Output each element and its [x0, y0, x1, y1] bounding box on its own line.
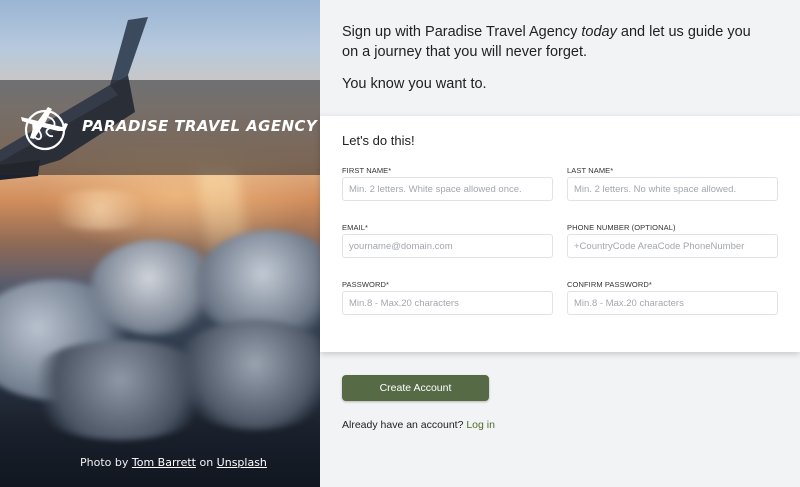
phone-label: PHONE NUMBER (OPTIONAL)	[567, 223, 676, 232]
intro-line1-em: today	[581, 24, 617, 40]
credit-site-link[interactable]: Unsplash	[217, 456, 267, 469]
credit-author-link[interactable]: Tom Barrett	[132, 456, 196, 469]
first-name-label: FIRST NAME*	[342, 166, 392, 175]
airplane-wing-image	[0, 17, 148, 180]
form-title: Let's do this!	[342, 133, 415, 148]
confirm-password-input[interactable]	[567, 291, 778, 315]
intro-line1-pre: Sign up with Paradise Travel Agency	[342, 24, 578, 40]
photo-credit: Photo by Tom Barrett on Unsplash	[80, 456, 267, 469]
login-prompt-text: Already have an account?	[342, 419, 464, 431]
last-name-label: LAST NAME*	[567, 166, 614, 175]
email-input[interactable]	[342, 234, 553, 258]
phone-input[interactable]	[567, 234, 778, 258]
login-link[interactable]: Log in	[466, 419, 495, 431]
credit-prefix: Photo by	[80, 456, 129, 469]
signup-form: Let's do this! FIRST NAME* LAST NAME* EM…	[320, 116, 800, 352]
credit-mid: on	[199, 456, 214, 469]
password-input[interactable]	[342, 291, 553, 315]
email-label: EMAIL*	[342, 223, 369, 232]
intro-tagline: You know you want to.	[342, 76, 487, 92]
hero-panel: PARADISE TRAVEL AGENCY Photo by Tom Barr…	[0, 0, 320, 487]
globe-plane-icon	[21, 107, 68, 151]
confirm-password-label: CONFIRM PASSWORD*	[567, 280, 652, 289]
intro-text: Sign up with Paradise Travel Agency toda…	[342, 22, 762, 62]
last-name-input[interactable]	[567, 177, 778, 201]
login-prompt: Already have an account? Log in	[342, 419, 495, 431]
first-name-input[interactable]	[342, 177, 553, 201]
brand-name: PARADISE TRAVEL AGENCY	[82, 117, 318, 135]
password-label: PASSWORD*	[342, 280, 390, 289]
create-account-button[interactable]: Create Account	[342, 375, 489, 401]
